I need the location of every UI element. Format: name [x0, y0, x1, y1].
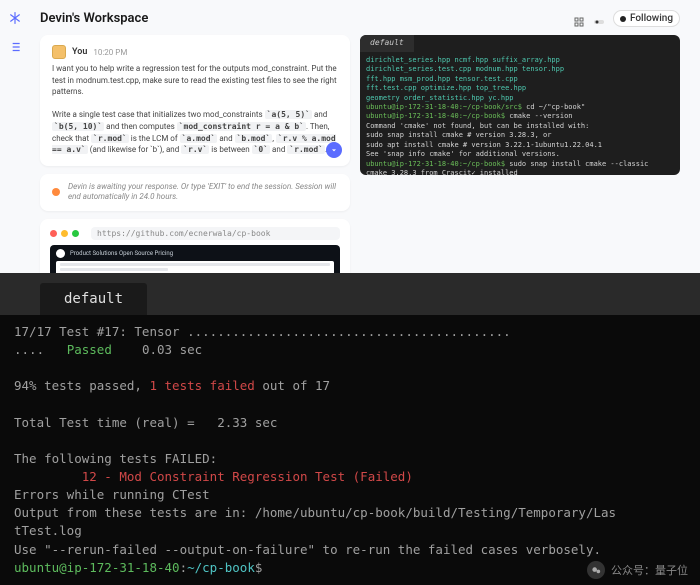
user-avatar — [52, 45, 66, 59]
list-icon[interactable] — [8, 39, 22, 58]
status-card: Devin is awaiting your response. Or type… — [40, 174, 350, 211]
workspace-title: Devin's Workspace — [40, 11, 148, 26]
terminal-large-output: 17/17 Test #17: Tensor .................… — [0, 315, 700, 579]
chat-message-card: You 10:20 PM I want you to help write a … — [40, 35, 350, 166]
traffic-close-icon — [50, 230, 57, 237]
traffic-min-icon — [61, 230, 68, 237]
traffic-max-icon — [72, 230, 79, 237]
following-dot-icon — [620, 16, 626, 22]
chat-timestamp: 10:20 PM — [93, 48, 127, 57]
toggle-icon[interactable] — [593, 13, 605, 25]
chat-message-body: I want you to help write a regression te… — [52, 63, 338, 156]
watermark: 公众号：量子位 — [587, 561, 688, 579]
workspace-app: Devin's Workspace Following You 10:20 PM — [0, 0, 700, 273]
github-logo-icon — [56, 249, 65, 258]
terminal-large-tabbar: default — [0, 273, 700, 315]
terminal-large-tab[interactable]: default — [40, 283, 147, 315]
app-header: Devin's Workspace Following — [0, 6, 700, 35]
wechat-icon — [587, 561, 605, 579]
snowflake-icon[interactable] — [8, 10, 22, 29]
grid-icon[interactable] — [573, 13, 585, 25]
following-button[interactable]: Following — [613, 10, 680, 27]
left-icon-rail — [8, 10, 22, 58]
browser-url[interactable]: https://github.com/ecnerwala/cp-book — [91, 227, 340, 240]
following-label: Following — [630, 13, 673, 24]
terminal-large[interactable]: default 17/17 Test #17: Tensor .........… — [0, 273, 700, 585]
terminal-small-output: dirichlet_series.hpp ncmf.hpp suffix_arr… — [360, 52, 680, 175]
watermark-text: 公众号：量子位 — [611, 562, 688, 578]
scroll-down-button[interactable] — [326, 142, 342, 158]
terminal-small-tab[interactable]: default — [360, 35, 414, 52]
status-text: Devin is awaiting your response. Or type… — [68, 182, 338, 203]
status-indicator-icon — [52, 188, 60, 196]
github-nav: Product Solutions Open Source Pricing — [70, 250, 173, 257]
chat-username: You — [72, 47, 87, 57]
terminal-small[interactable]: default dirichlet_series.hpp ncmf.hpp su… — [360, 35, 680, 175]
